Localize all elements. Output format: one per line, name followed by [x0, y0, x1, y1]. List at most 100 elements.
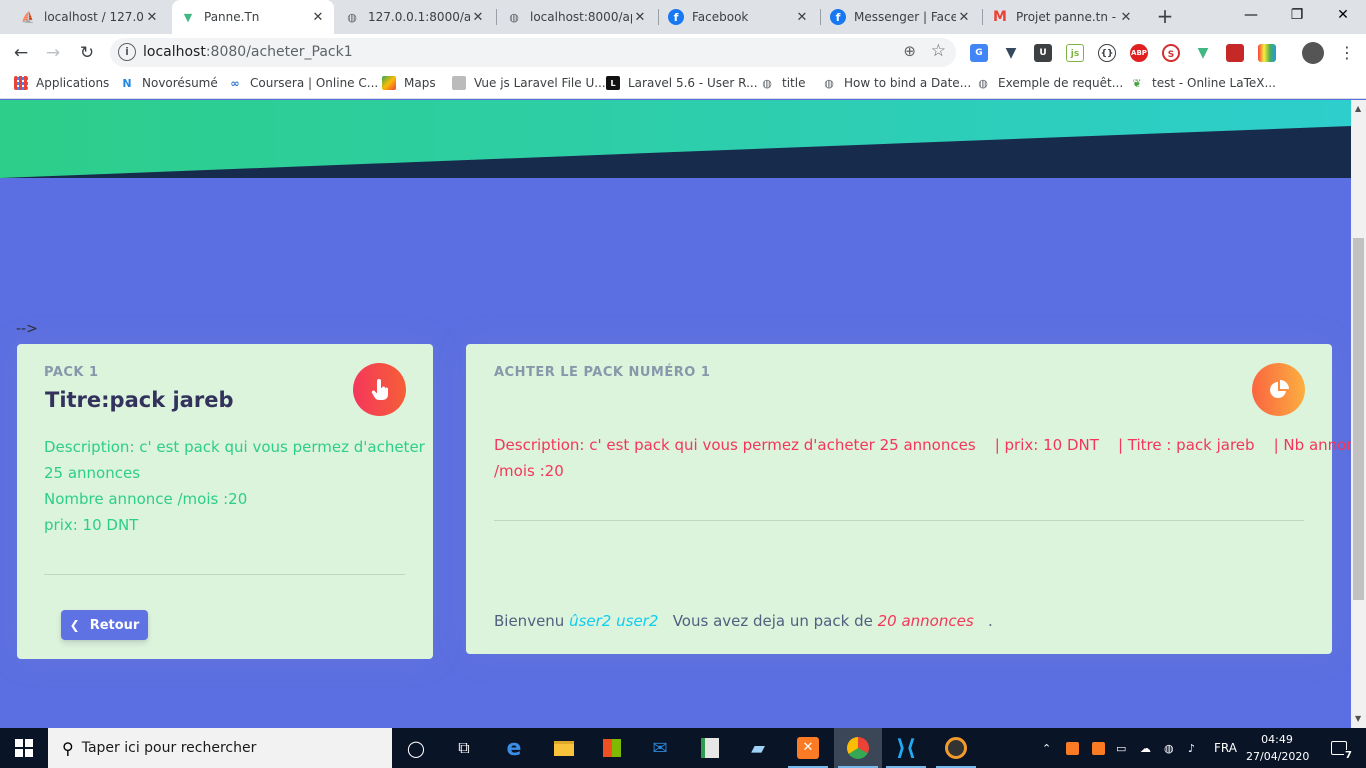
back-button[interactable]: ← [8, 40, 34, 66]
vue-devtools-icon[interactable]: ▼ [1002, 44, 1020, 62]
reload-button[interactable]: ↻ [74, 40, 100, 66]
bookmark-applications[interactable]: Applications [14, 76, 109, 90]
globe-icon: ◍ [762, 76, 772, 90]
screen: ⛵ localhost / 127.0.0. ✕ ▼ Panne.Tn ✕ ◍ … [0, 0, 1366, 768]
edge-icon[interactable]: e [490, 728, 538, 768]
bookmark-maps[interactable]: Maps [382, 76, 436, 90]
globe-icon: ◍ [978, 76, 988, 90]
vscode-icon[interactable]: ⟩⟨ [882, 728, 930, 768]
bookmark-coursera[interactable]: ∞ Coursera | Online C... [228, 76, 378, 90]
language-indicator[interactable]: FRA [1214, 728, 1237, 768]
phpmyadmin-icon: ⛵ [21, 10, 35, 24]
no-script-icon[interactable]: S [1162, 44, 1180, 62]
color-grid-icon[interactable] [1258, 44, 1276, 62]
vue-icon[interactable]: ▼ [1194, 44, 1212, 62]
clock-date: 27/04/2020 [1246, 750, 1310, 763]
file-explorer-icon[interactable] [540, 728, 588, 768]
tab-facebook[interactable]: f Facebook ✕ [660, 0, 818, 34]
bookmark-bind-date[interactable]: ◍ How to bind a Date... [822, 76, 971, 90]
notification-center[interactable]: 7 [1324, 728, 1354, 768]
browser-toolbar: ← → ↻ i localhost:8080/acheter_Pack1 ⊕ ☆… [0, 34, 1366, 71]
zoom-icon[interactable]: ⊕ [903, 42, 916, 60]
tab-api-localhost[interactable]: ◍ localhost:8000/api ✕ [498, 0, 656, 34]
retour-button[interactable]: ❮ Retour [61, 610, 148, 640]
task-view-icon[interactable]: ⧉ [440, 728, 488, 768]
tray-overflow-icon[interactable]: ⌃ [1042, 728, 1051, 768]
close-tab-icon[interactable]: ✕ [310, 10, 326, 25]
bookmark-novoresume[interactable]: N Novorésumé [120, 76, 217, 90]
scroll-thumb[interactable] [1353, 238, 1364, 600]
overleaf-icon: ❦ [1132, 76, 1142, 90]
tab-phpmyadmin[interactable]: ⛵ localhost / 127.0.0. ✕ [12, 0, 168, 34]
app-icon[interactable]: ▰ [734, 728, 782, 768]
menu-kebab-icon[interactable]: ⋮ [1334, 40, 1360, 66]
tab-api-127[interactable]: ◍ 127.0.0.1:8000/api ✕ [336, 0, 494, 34]
windows-start-icon[interactable] [0, 728, 48, 768]
xampp-tray-icon[interactable] [1092, 728, 1105, 768]
mail-icon[interactable]: ✉ [636, 728, 684, 768]
media-app-icon[interactable] [932, 728, 980, 768]
clock[interactable]: 04:49 27/04/2020 [1246, 731, 1310, 765]
vue-icon: ▼ [183, 10, 193, 24]
bookmark-label: Applications [36, 76, 110, 90]
url-text[interactable]: localhost:8080/acheter_Pack1 [143, 44, 353, 60]
site-info-icon[interactable]: i [118, 43, 136, 61]
tab-panne[interactable]: ▼ Panne.Tn ✕ [172, 0, 334, 34]
retour-label: Retour [89, 617, 140, 633]
purchase-label: ACHTER LE PACK NUMÉRO 1 [494, 365, 711, 380]
address-bar[interactable]: i localhost:8080/acheter_Pack1 ⊕ ☆ [110, 38, 956, 67]
scroll-up-icon[interactable]: ▲ [1355, 104, 1361, 113]
tab-title: localhost / 127.0.0. [44, 10, 144, 24]
bookmark-overleaf[interactable]: ❦ test - Online LaTeX... [1130, 76, 1276, 90]
battery-icon[interactable]: ▭ [1116, 728, 1126, 768]
node-icon[interactable]: js [1066, 44, 1084, 62]
pack-price: prix: 10 DNT [44, 516, 139, 534]
page-scrollbar[interactable]: ▲ ▼ [1351, 100, 1366, 728]
bookmark-label: Coursera | Online C... [250, 76, 379, 90]
close-tab-icon[interactable]: ✕ [794, 10, 810, 25]
forward-button[interactable]: → [40, 40, 66, 66]
url-path: :8080/acheter_Pack1 [205, 44, 353, 60]
tab-title: localhost:8000/api [530, 10, 632, 24]
close-tab-icon[interactable]: ✕ [956, 10, 972, 25]
bookmark-label: Laravel 5.6 - User R... [628, 76, 758, 90]
onedrive-icon[interactable]: ☁ [1140, 728, 1151, 768]
close-window-button[interactable]: ✕ [1320, 0, 1366, 30]
cortana-icon[interactable]: ◯ [392, 728, 440, 768]
store-icon[interactable] [588, 728, 636, 768]
adblock-icon[interactable]: ABP [1130, 44, 1148, 62]
close-tab-icon[interactable]: ✕ [470, 10, 486, 25]
red-book-icon[interactable] [1226, 44, 1244, 62]
scroll-down-icon[interactable]: ▼ [1355, 714, 1361, 723]
bookmark-laravel[interactable]: L Laravel 5.6 - User R... [606, 76, 758, 90]
bookmark-title[interactable]: ◍ title [760, 76, 805, 90]
close-tab-icon[interactable]: ✕ [632, 10, 648, 25]
chrome-icon[interactable] [834, 728, 882, 768]
bookmark-star-icon[interactable]: ☆ [931, 41, 946, 61]
close-tab-icon[interactable]: ✕ [1118, 10, 1134, 25]
bitwarden-icon[interactable]: U [1034, 44, 1052, 62]
notes-app-icon[interactable] [686, 728, 734, 768]
close-tab-icon[interactable]: ✕ [144, 10, 160, 25]
xampp-icon[interactable]: ✕ [784, 728, 832, 768]
bookmark-exemple[interactable]: ◍ Exemple de requêt... [976, 76, 1123, 90]
profile-avatar[interactable] [1302, 42, 1324, 64]
search-icon: ⚲ [62, 738, 74, 758]
network-icon[interactable]: ◍ [1164, 728, 1174, 768]
welcome-message: Bienvenu ûser2 user2 Vous avez deja un p… [494, 612, 993, 630]
tab-gmail[interactable]: M Projet panne.tn - ✕ [984, 0, 1142, 34]
pack-card: PACK 1 Titre:pack jareb Description: c' … [17, 344, 433, 659]
google-translate-icon[interactable]: G [970, 44, 988, 62]
card-divider [44, 574, 405, 575]
pack-label: PACK 1 [44, 365, 99, 380]
taskbar-search[interactable]: ⚲ Taper ici pour rechercher [48, 728, 392, 768]
json-icon[interactable]: {} [1098, 44, 1116, 62]
bookmark-vue-laravel[interactable]: Vue js Laravel File U... [452, 76, 606, 90]
maximize-button[interactable]: ❐ [1274, 0, 1320, 30]
tab-messenger[interactable]: f Messenger | Faceb ✕ [822, 0, 980, 34]
volume-icon[interactable]: ♪ [1188, 728, 1195, 768]
new-tab-button[interactable]: + [1154, 6, 1176, 28]
minimize-button[interactable]: — [1228, 0, 1274, 30]
xampp-tray-icon[interactable] [1066, 728, 1079, 768]
html-comment-artefact: --> [16, 321, 38, 337]
